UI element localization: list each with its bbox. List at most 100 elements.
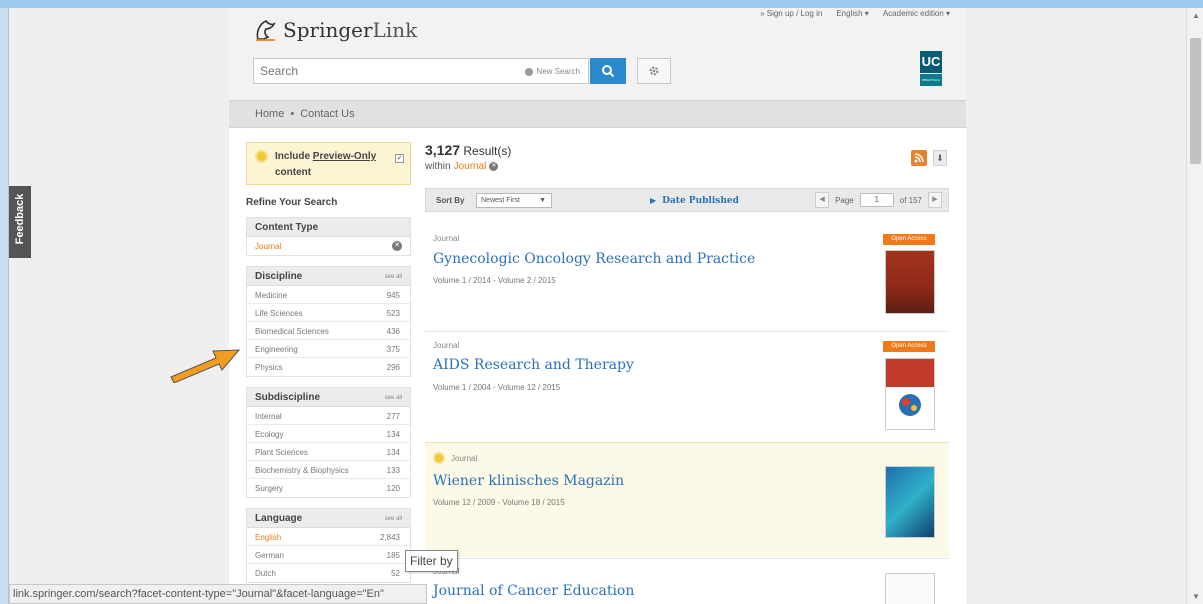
result-meta: Volume 12 / 2009 - Volume 18 / 2015 <box>433 498 565 507</box>
cover-graphic-icon <box>899 394 921 416</box>
new-search-label: New Search <box>536 67 580 76</box>
springer-link-logo[interactable]: SpringerLink <box>253 18 417 42</box>
play-arrow-icon: ▶ <box>650 195 657 205</box>
journal-cover-image[interactable] <box>885 358 935 430</box>
preview-only-checkbox[interactable]: ✓ <box>395 154 404 163</box>
download-icon: ⬇ <box>936 153 944 163</box>
chevron-down-icon: ▼ <box>539 197 546 204</box>
search-box: New Search <box>253 58 589 84</box>
page-number-input[interactable]: 1 <box>859 193 894 207</box>
facet-count: 52 <box>391 569 400 578</box>
search-button[interactable] <box>590 58 626 84</box>
result-meta: Volume 1 / 2014 - Volume 2 / 2015 <box>433 276 556 285</box>
facet-label: Surgery <box>255 484 284 493</box>
sort-select-value: Newest First <box>481 197 520 204</box>
journal-cover-image[interactable] <box>885 573 935 604</box>
subdiscipline-see-all-link[interactable]: see all <box>385 395 402 401</box>
discipline-item[interactable]: Medicine 945 <box>247 286 410 304</box>
discipline-item[interactable]: Physics 296 <box>247 358 410 376</box>
facet-label: Engineering <box>255 345 298 354</box>
remove-within-icon[interactable]: ✕ <box>489 162 499 171</box>
window-top-border <box>0 0 1203 8</box>
facet-count: 134 <box>386 430 400 439</box>
preview-only-label: Include Preview-Only content <box>275 149 393 181</box>
scrollbar-thumb[interactable] <box>1190 38 1201 164</box>
subdiscipline-item[interactable]: Internal 277 <box>247 407 410 425</box>
facet-label: Internal <box>255 412 282 421</box>
result-title-link[interactable]: Wiener klinisches Magazin <box>433 473 624 489</box>
logo-text: SpringerLink <box>283 18 417 42</box>
feedback-tab[interactable]: Feedback <box>9 186 31 258</box>
language-see-all-link[interactable]: see all <box>385 516 402 522</box>
facet-label: English <box>255 533 282 542</box>
language-item[interactable]: English 2,843 <box>247 528 410 546</box>
facet-count: 120 <box>386 484 400 493</box>
preview-only-filter[interactable]: Include Preview-Only content ✓ <box>246 142 411 185</box>
result-title-link[interactable]: Journal of Cancer Education <box>433 583 634 599</box>
search-settings-button[interactable] <box>637 58 671 84</box>
discipline-see-all-link[interactable]: see all <box>385 274 402 280</box>
nav-home-link[interactable]: Home <box>255 108 284 120</box>
open-access-badge: Open Access <box>883 341 935 352</box>
date-published-toggle[interactable]: ▶ Date Published <box>650 195 739 206</box>
result-title-link[interactable]: Gynecologic Oncology Research and Practi… <box>433 251 755 267</box>
journal-cover-image[interactable] <box>885 466 935 538</box>
date-published-label: Date Published <box>662 196 739 206</box>
prev-page-button[interactable]: ◀ <box>815 192 830 208</box>
content-type-journal: Journal <box>255 242 282 251</box>
remove-filter-icon[interactable]: ✕ <box>392 241 402 251</box>
page-content: SpringerLink » Sign up / Log in English … <box>229 8 966 604</box>
scroll-down-arrow-icon[interactable]: ▼ <box>1192 592 1200 601</box>
facet-label: Biochemistry & Biophysics <box>255 466 349 475</box>
language-dropdown[interactable]: English ▾ <box>836 9 868 18</box>
result-title-link[interactable]: AIDS Research and Therapy <box>433 357 634 373</box>
within-journal-link[interactable]: Journal <box>454 161 487 172</box>
browser-status-bar: link.springer.com/search?facet-content-t… <box>9 584 427 604</box>
sort-select[interactable]: Newest First ▼ <box>476 193 552 208</box>
download-results-button[interactable]: ⬇ <box>933 150 947 166</box>
discipline-item[interactable]: Biomedical Sciences 436 <box>247 322 410 340</box>
preview-label-part1: Include <box>275 151 313 162</box>
window-left-border <box>0 8 9 604</box>
facet-count: 134 <box>386 448 400 457</box>
discipline-item-engineering[interactable]: Engineering 375 <box>247 340 410 358</box>
edition-dropdown[interactable]: Academic edition ▾ <box>883 9 950 18</box>
subdiscipline-item[interactable]: Ecology 134 <box>247 425 410 443</box>
uc-logo-subtitle: BIBLIOTECA <box>920 74 942 86</box>
content-type-active-filter[interactable]: Journal ✕ <box>247 237 410 255</box>
subdiscipline-item[interactable]: Biochemistry & Biophysics 133 <box>247 461 410 479</box>
facet-count: 185 <box>386 551 400 560</box>
journal-cover-image[interactable] <box>885 250 935 314</box>
nav-contact-link[interactable]: Contact Us <box>300 108 354 120</box>
language-item[interactable]: Dutch 52 <box>247 564 410 582</box>
open-access-badge: Open Access <box>883 234 935 245</box>
facet-label: Ecology <box>255 430 284 439</box>
search-icon <box>602 65 615 78</box>
language-item[interactable]: German 185 <box>247 546 410 564</box>
scroll-up-arrow-icon[interactable]: ▲ <box>1192 11 1200 20</box>
facet-label: Physics <box>255 363 283 372</box>
facet-count: 296 <box>386 363 400 372</box>
search-input[interactable] <box>254 59 494 83</box>
subdiscipline-item[interactable]: Plant Sciences 134 <box>247 443 410 461</box>
results-number: 3,127 <box>425 142 461 158</box>
result-type: Journal <box>433 341 460 350</box>
vertical-scrollbar[interactable]: ▲ ▼ <box>1186 8 1203 604</box>
subdiscipline-item[interactable]: Surgery 120 <box>247 479 410 497</box>
preview-label-link[interactable]: Preview-Only <box>313 151 376 162</box>
signup-login-link[interactable]: » Sign up / Log in <box>760 9 822 18</box>
refine-heading: Refine Your Search <box>246 197 338 208</box>
next-page-button[interactable]: ▶ <box>928 192 942 208</box>
result-type: Journal <box>433 234 460 243</box>
new-search-button[interactable]: New Search <box>525 67 580 76</box>
discipline-item[interactable]: Life Sciences 523 <box>247 304 410 322</box>
uc-logo-text: UC <box>920 51 942 73</box>
pagination: ◀ Page 1 of 157 ▶ <box>815 192 942 208</box>
facet-label: German <box>255 551 284 560</box>
language-facet: Language see all English 2,843 German 185 … <box>246 508 411 583</box>
top-links: » Sign up / Log in English ▾ Academic ed… <box>760 9 950 18</box>
result-item: Journal Gynecologic Oncology Research an… <box>425 226 949 328</box>
filter-tooltip: Filter by <box>405 550 458 572</box>
rss-feed-button[interactable] <box>911 150 927 166</box>
facet-count: 436 <box>386 327 400 336</box>
